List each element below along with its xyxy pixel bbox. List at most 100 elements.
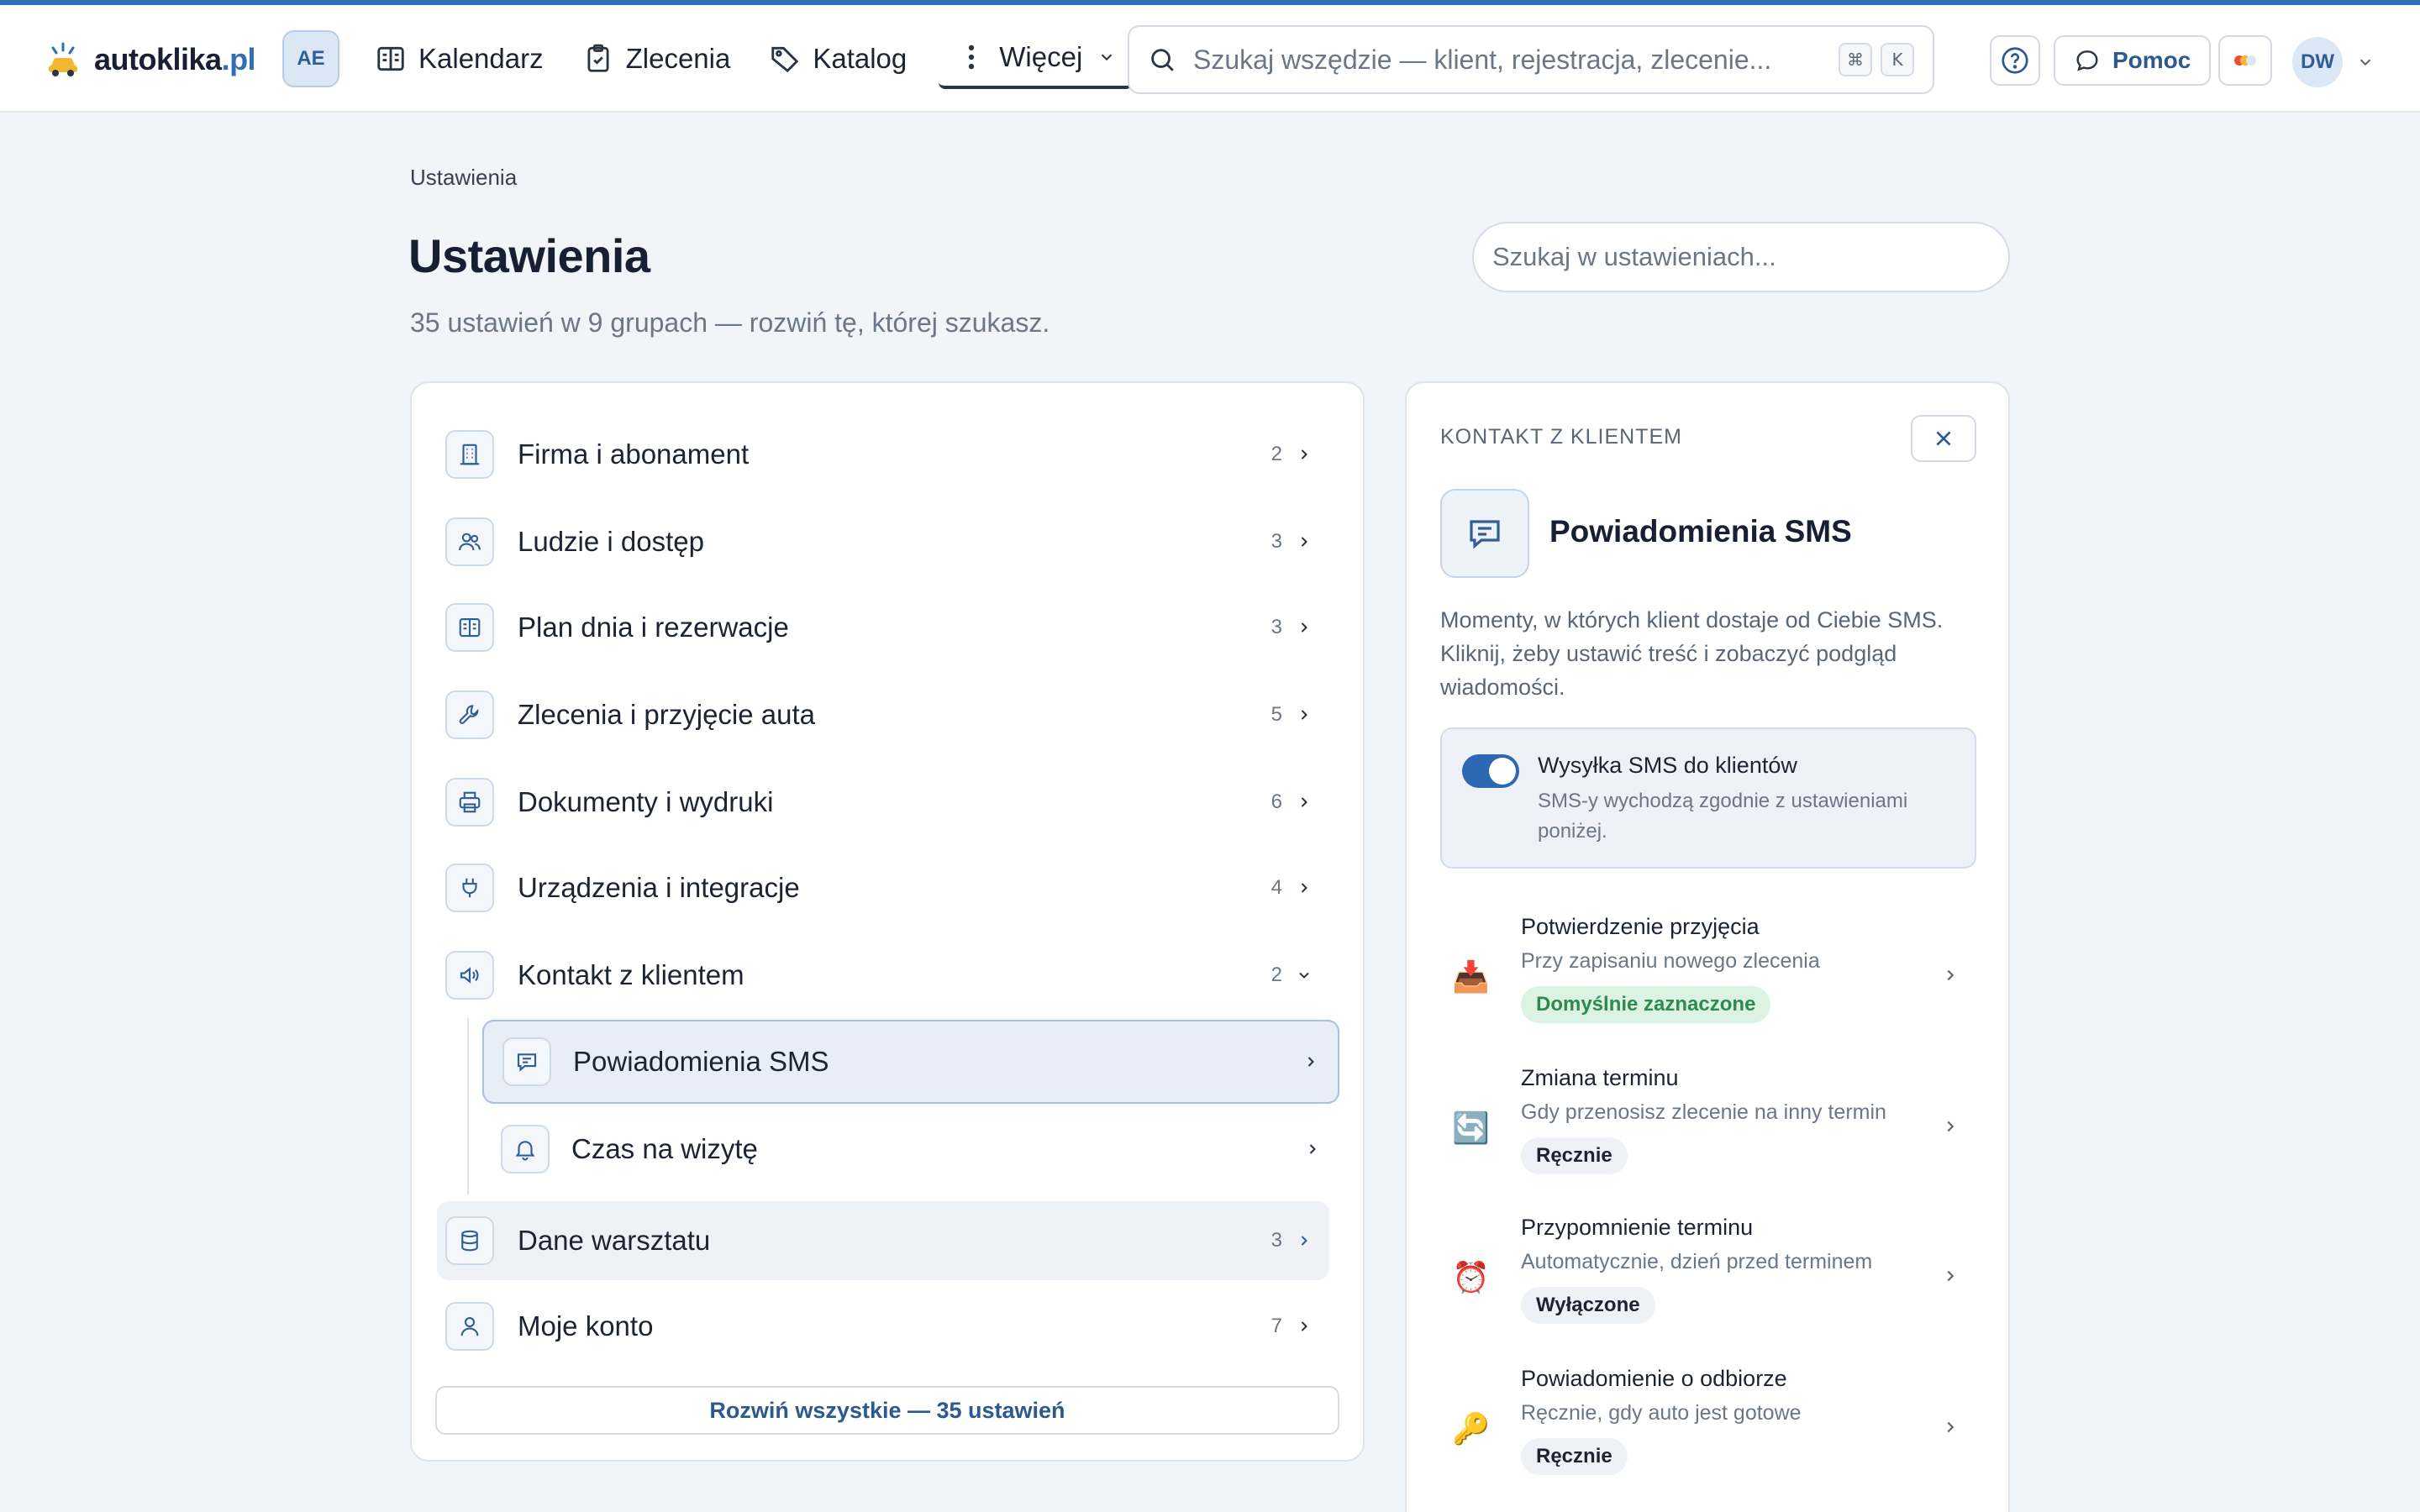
group-plan-dnia[interactable]: Plan dnia i rezerwacje 3 — [437, 588, 1329, 667]
settings-groups-card: Firma i abonament 2 Ludzie i dostęp 3 Pl… — [410, 381, 1365, 1462]
nav-orders[interactable]: Zlecenia — [574, 29, 739, 89]
group-count: 3 — [1270, 1229, 1282, 1252]
status-badge: Wyłączone — [1521, 1287, 1655, 1324]
sms-item-subtitle: Gdy przenosisz zlecenie na inny termin — [1521, 1100, 1886, 1124]
group-label: Plan dnia i rezerwacje — [518, 612, 789, 643]
group-count: 2 — [1270, 443, 1282, 465]
group-count: 3 — [1270, 530, 1282, 553]
toggle-description: SMS-y wychodzą zgodnie z ustawieniami po… — [1538, 790, 1908, 843]
inbox-tray-icon: 📥 — [1452, 959, 1490, 994]
group-dokumenty[interactable]: Dokumenty i wydruki 6 — [437, 763, 1329, 842]
chevron-right-icon — [1301, 1236, 1307, 1246]
message-icon — [502, 1037, 551, 1086]
sms-item-potwierdzenie[interactable]: 📥 Potwierdzenie przyjęcia Przy zapisaniu… — [1440, 914, 1978, 1057]
book-open-icon — [377, 46, 404, 71]
panel-description: Momenty, w których klient dostaje od Cie… — [1440, 607, 1944, 700]
alarm-clock-icon: ⏰ — [1452, 1260, 1490, 1294]
group-count: 6 — [1270, 790, 1282, 813]
database-icon — [445, 1216, 494, 1265]
subgroup-label: Powiadomienia SMS — [573, 1046, 829, 1077]
group-count: 3 — [1270, 616, 1282, 638]
app-logo[interactable]: autoklika.pl — [44, 40, 256, 79]
organization-badge[interactable]: AE — [282, 30, 339, 87]
megaphone-icon — [445, 951, 494, 1000]
global-search[interactable]: ⌘ K — [1128, 25, 1934, 94]
group-count: 4 — [1270, 876, 1282, 899]
sms-item-odbior[interactable]: 🔑 Powiadomienie o odbiorze Ręcznie, gdy … — [1440, 1366, 1978, 1509]
status-badge: Domyślnie zaznaczone — [1521, 986, 1771, 1023]
dots-vertical-icon — [969, 45, 975, 70]
group-label: Dokumenty i wydruki — [518, 786, 774, 817]
group-count: 5 — [1270, 703, 1282, 726]
group-ludzie[interactable]: Ludzie i dostęp 3 — [437, 502, 1329, 581]
nav-calendar-label: Kalendarz — [418, 43, 544, 74]
sms-item-przypomnienie[interactable]: ⏰ Przypomnienie terminu Automatycznie, d… — [1440, 1215, 1978, 1357]
wrench-icon — [445, 690, 494, 739]
chat-bubble-icon — [2076, 50, 2098, 71]
group-moje-konto[interactable]: Moje konto 7 — [437, 1287, 1329, 1366]
car-logo-icon — [49, 42, 77, 76]
subgroup-powiadomienia-sms[interactable]: Powiadomienia SMS — [482, 1020, 1339, 1104]
group-count: 7 — [1270, 1315, 1282, 1337]
main-nav: Kalendarz Zlecenia Katalog Więcej — [366, 29, 1134, 89]
refresh-icon: 🔄 — [1452, 1110, 1490, 1145]
chevron-right-icon — [1307, 1057, 1314, 1067]
group-label: Moje konto — [518, 1310, 654, 1341]
kbd-k: K — [1881, 43, 1914, 76]
subgroup-czas-na-wizyte[interactable]: Czas na wizytę — [482, 1107, 1339, 1191]
users-icon — [445, 517, 494, 566]
help-button[interactable]: Pomoc — [2054, 35, 2212, 86]
sms-item-zmiana-terminu[interactable]: 🔄 Zmiana terminu Gdy przenosisz zlecenie… — [1440, 1065, 1978, 1208]
breadcrumb[interactable]: Ustawienia — [410, 165, 517, 191]
settings-search-input[interactable] — [1472, 222, 2010, 292]
book-open-icon — [445, 603, 494, 652]
nav-calendar[interactable]: Kalendarz — [366, 29, 552, 89]
expand-all-button[interactable]: Rozwiń wszystkie — 35 ustawień — [435, 1386, 1339, 1435]
subgroup-tree-line — [467, 1018, 469, 1194]
dots-status-icon — [2234, 55, 2256, 66]
sms-item-title: Przypomnienie terminu — [1521, 1215, 1754, 1240]
group-kontakt[interactable]: Kontakt z klientem 2 — [437, 936, 1329, 1015]
page-title: Ustawienia — [408, 229, 650, 282]
chevron-right-icon — [1301, 710, 1307, 720]
group-label: Ludzie i dostęp — [518, 526, 704, 557]
plug-icon — [445, 864, 494, 912]
printer-icon — [445, 778, 494, 827]
chevron-right-icon — [1301, 622, 1307, 633]
bell-icon — [501, 1125, 550, 1173]
clipboard-icon — [587, 44, 609, 72]
group-firma[interactable]: Firma i abonament 2 — [437, 415, 1329, 494]
top-header: autoklika.pl AE Kalendarz Zlecenia Katal… — [0, 5, 2420, 113]
group-label: Kontakt z klientem — [518, 959, 744, 990]
toggle-title: Wysyłka SMS do klientów — [1538, 753, 1797, 778]
group-label: Dane warsztatu — [518, 1225, 711, 1256]
group-urzadzenia[interactable]: Urządzenia i integracje 4 — [437, 848, 1329, 927]
help-button-label: Pomoc — [2112, 47, 2191, 73]
user-menu[interactable]: DW — [2292, 37, 2375, 87]
page-subtitle: 35 ustawień w 9 grupach — rozwiń tę, któ… — [410, 307, 1050, 338]
sms-item-subtitle: Ręcznie, gdy auto jest gotowe — [1521, 1401, 1802, 1425]
sms-item-title: Potwierdzenie przyjęcia — [1521, 914, 1760, 939]
group-dane-warsztatu[interactable]: Dane warsztatu 3 — [437, 1201, 1329, 1280]
global-search-input[interactable] — [1193, 44, 1822, 76]
detail-panel: KONTAKT Z KLIENTEM Powiadomienia SMS Mom… — [1405, 381, 2010, 1512]
group-label: Urządzenia i integracje — [518, 872, 800, 903]
key-icon: 🔑 — [1452, 1411, 1490, 1446]
avatar: DW — [2292, 37, 2343, 87]
integration-status-button[interactable] — [2218, 35, 2272, 86]
close-icon — [1936, 431, 1951, 446]
close-button[interactable] — [1911, 415, 1976, 462]
nav-more[interactable]: Więcej — [939, 29, 1134, 89]
help-question-button[interactable] — [1990, 35, 2040, 86]
group-zlecenia[interactable]: Zlecenia i przyjęcie auta 5 — [437, 675, 1329, 754]
sms-item-title: Powiadomienie o odbiorze — [1521, 1366, 1787, 1391]
nav-catalog[interactable]: Katalog — [760, 29, 915, 89]
chevron-right-icon — [1301, 537, 1307, 547]
sms-master-toggle[interactable] — [1462, 754, 1519, 788]
tag-icon — [771, 46, 799, 73]
chevron-right-icon — [1301, 883, 1307, 893]
chevron-right-icon — [1947, 969, 1954, 981]
chevron-right-icon — [1947, 1121, 1954, 1132]
kbd-cmd: ⌘ — [1839, 43, 1872, 76]
status-badge: Ręcznie — [1521, 1438, 1628, 1475]
